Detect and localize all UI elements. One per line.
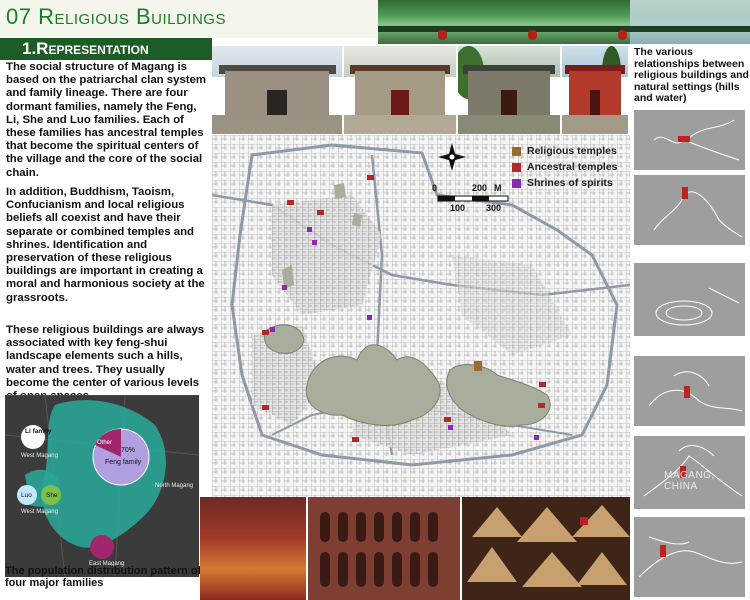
paragraph-social-structure: The social structure of Magang is based …: [6, 61, 207, 179]
banner-photo: [378, 0, 750, 44]
population-caption: The population distribution pattern of f…: [5, 565, 202, 589]
ancestral-temple-marker: [538, 403, 545, 408]
legend-swatch: [512, 178, 521, 188]
lantern-icon: [618, 30, 627, 40]
hill-small: [334, 183, 346, 199]
diagram-svg: [638, 536, 743, 578]
diagram-hill-water-6: [634, 517, 745, 597]
shrine-marker: [534, 435, 539, 440]
photo-ancestral-temple-2: [344, 46, 456, 134]
legend-item: Shrines of spirits: [512, 175, 617, 191]
photo-ancestral-temple-1: [212, 46, 342, 134]
scale-label: 100: [450, 203, 466, 213]
photo-incense-coils: [462, 497, 630, 600]
ancestral-temple-marker: [262, 405, 269, 410]
diagram-hill-water-3: [634, 263, 745, 336]
scale-label: 300: [486, 203, 502, 213]
banner-eave: [378, 26, 750, 32]
shrine-marker: [448, 425, 453, 430]
scale-label: 200: [472, 183, 488, 193]
legend-label: Religious temples: [527, 145, 617, 157]
incense-svg: [462, 497, 630, 600]
photo-red-shrine: [562, 46, 628, 134]
mini-label-li: Li family: [25, 428, 52, 435]
east-circle: [90, 535, 114, 559]
mini-label-other: Other: [97, 440, 113, 446]
shrine-marker: [312, 240, 317, 245]
mini-label-luo: Luo: [21, 492, 32, 499]
shrine-marker: [307, 227, 312, 232]
mini-label-she: She: [46, 492, 58, 499]
legend-label: Shrines of spirits: [527, 177, 613, 189]
scale-bar: [437, 195, 509, 202]
title-bar: 07 Religious Buildings: [0, 0, 378, 38]
diagram-svg: [653, 187, 743, 238]
legend-item: Religious temples: [512, 143, 617, 159]
ancestral-temple-marker: [287, 200, 294, 205]
ancestral-temple-marker: [444, 417, 451, 422]
page-title: 07 Religious Buildings: [6, 4, 226, 29]
mini-label-pct: 70%: [121, 447, 136, 454]
population-distribution-map: Li family West Magang Other 70% Feng fam…: [4, 394, 200, 578]
legend-label: Ancestral temples: [527, 161, 618, 173]
mini-label-west2: West Magang: [21, 509, 58, 515]
ancestral-temple-marker: [367, 175, 374, 180]
ancestral-temple-marker: [352, 437, 359, 442]
mini-label-feng: Feng family: [105, 459, 142, 466]
photo-festival-offerings: [200, 497, 306, 600]
paragraph-fengshui: These religious buildings are always ass…: [6, 324, 205, 402]
banner-sky: [630, 0, 750, 44]
mini-label-west: West Magang: [21, 453, 58, 459]
shrine-marker: [367, 315, 372, 320]
religious-temple-marker: [474, 361, 482, 371]
tablets-svg: [308, 497, 460, 600]
photo-ancestral-tablets: [308, 497, 460, 600]
legend-item: Ancestral temples: [512, 159, 617, 175]
photo-temple-courtyard: [458, 46, 560, 134]
shrine-marker: [270, 327, 275, 332]
scale-labels-upper: 0 200 M: [432, 183, 522, 193]
diagram-svg: [648, 371, 743, 412]
scale-label: 0: [432, 183, 438, 193]
section-title: 1.Representation: [22, 39, 149, 58]
ancestral-temple-marker: [317, 210, 324, 215]
diagram-hill-water-2: [634, 175, 745, 245]
paragraph-religions: In addition, Buddhism, Taoism, Confucian…: [6, 186, 205, 304]
diagram-hill-water-4: [634, 356, 745, 426]
diagram-hill-water-1: [634, 110, 745, 170]
magang-watermark: MAGANG, CHINA: [664, 470, 715, 492]
relationships-caption: The various relationships between religi…: [634, 46, 749, 104]
diagram-svg: [653, 119, 740, 161]
scale-labels-lower: 100 300: [450, 203, 540, 213]
diagram-svg: [655, 287, 740, 326]
legend-swatch: [512, 162, 521, 172]
section-bar: 1.Representation: [0, 38, 212, 60]
shrine-marker: [282, 285, 287, 290]
map-legend: Religious temples Ancestral temples Shri…: [512, 143, 617, 191]
legend-swatch: [512, 146, 521, 156]
ancestral-temple-marker: [539, 382, 546, 387]
ancestral-temple-marker: [262, 330, 269, 335]
scale-label: M: [494, 183, 502, 193]
lantern-icon: [528, 30, 537, 40]
mini-label-north: North Magang: [155, 483, 194, 489]
lantern-icon: [438, 30, 447, 40]
